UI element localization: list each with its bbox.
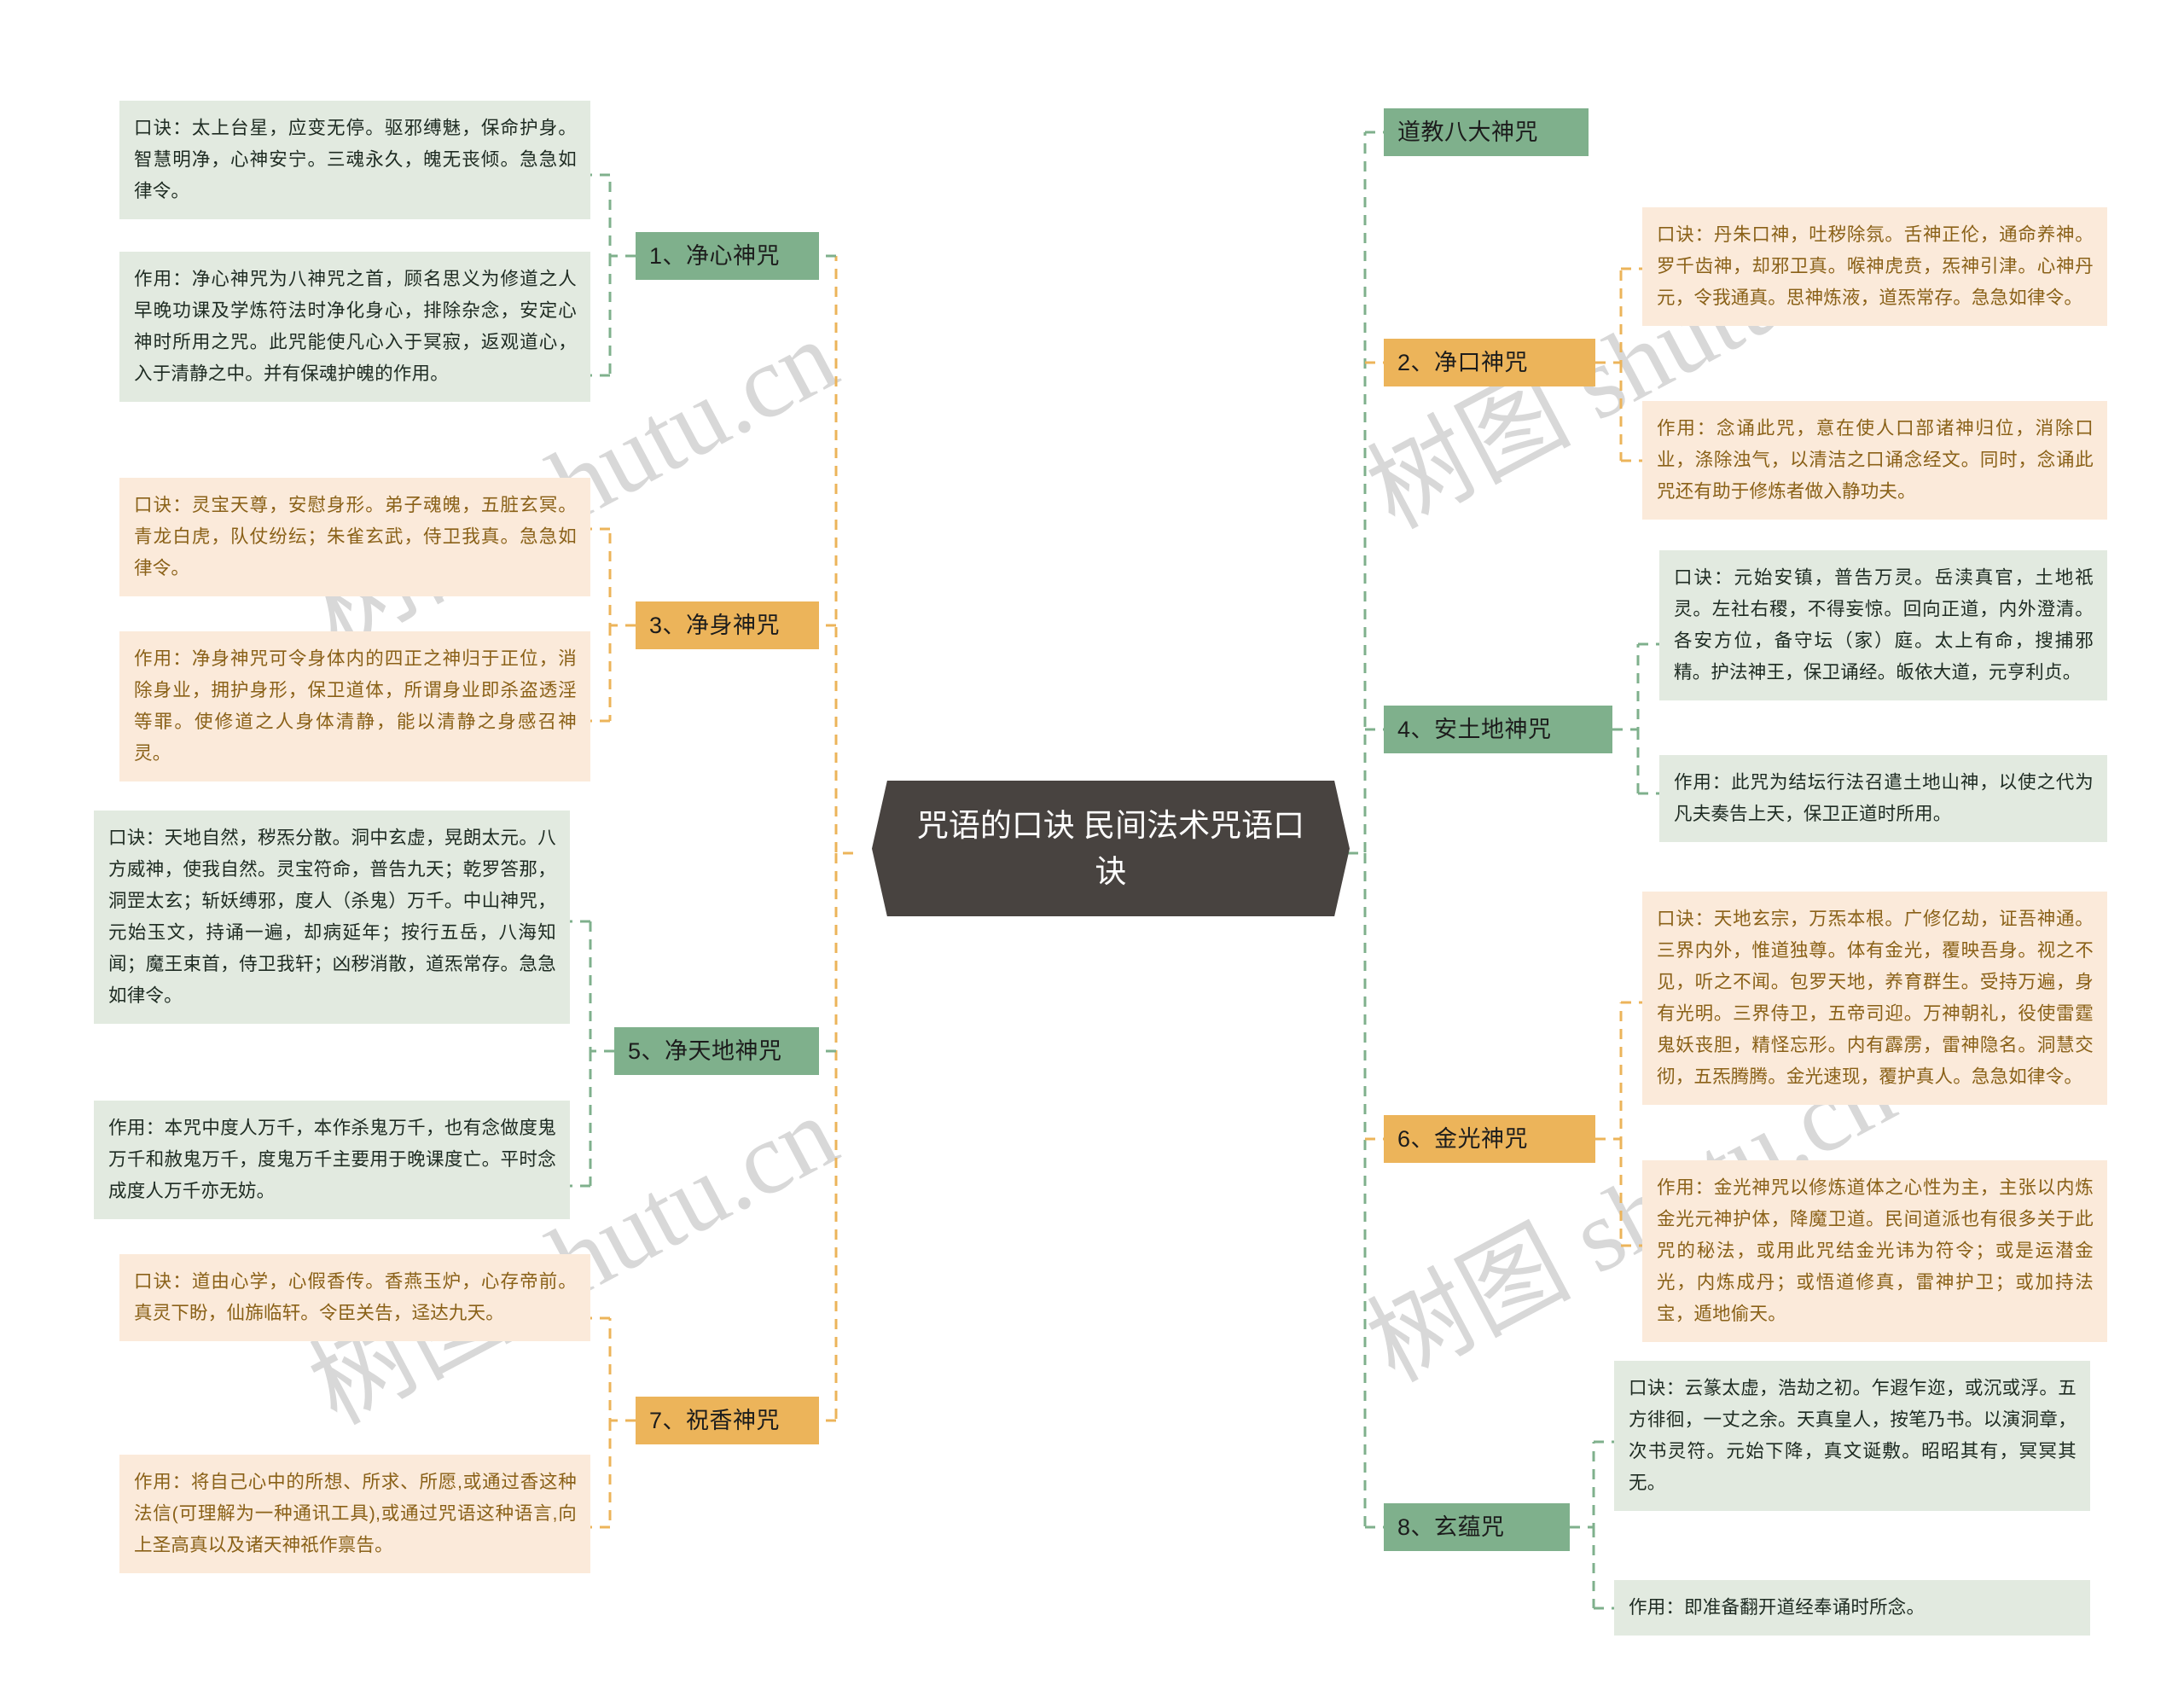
leaf-card: 口诀：道由心学，心假香传。香燕玉炉，心存帝前。真灵下盼，仙旆临轩。令臣关告，迳达…: [119, 1254, 590, 1341]
leaf-card: 作用：净身神咒可令身体内的四正之神归于正位，消除身业，拥护身形，保卫道体，所谓身…: [119, 631, 590, 781]
leaf-card: 口诀：太上台星，应变无停。驱邪缚魅，保命护身。智慧明净，心神安宁。三魂永久，魄无…: [119, 101, 590, 219]
mindmap-canvas: 树图 shutu.cn 树图 shutu.cn 树图 shutu.cn 树图 s…: [0, 0, 2184, 1685]
leaf-card: 口诀：丹朱口神，吐秽除氛。舌神正伦，通命养神。罗千齿神，却邪卫真。喉神虎贲，炁神…: [1642, 207, 2107, 326]
branch-node-zhuxiang[interactable]: 7、祝香神咒: [636, 1397, 819, 1445]
root-node[interactable]: 咒语的口诀 民间法术咒语口诀: [872, 781, 1350, 917]
branch-node-jingtiandi[interactable]: 5、净天地神咒: [614, 1027, 819, 1076]
leaf-card: 作用：念诵此咒，意在使人口部诸神归位，消除口业，涤除浊气，以清洁之口诵念经文。同…: [1642, 401, 2107, 520]
branch-node-xuanyun[interactable]: 8、玄蕴咒: [1384, 1503, 1570, 1552]
leaf-card: 口诀：云篆太虚，浩劫之初。乍遐乍迩，或沉或浮。五方徘徊，一丈之余。天真皇人，按笔…: [1614, 1361, 2090, 1511]
leaf-card: 作用：此咒为结坛行法召遣土地山神，以使之代为凡夫奏告上天，保卫正道时所用。: [1659, 755, 2107, 842]
leaf-card: 作用：净心神咒为八神咒之首，顾名思义为修道之人早晚功课及学炼符法时净化身心，排除…: [119, 252, 590, 402]
leaf-card: 口诀：天地自然，秽炁分散。洞中玄虚，晃朗太元。八方威神，使我自然。灵宝符命，普告…: [94, 811, 570, 1024]
branch-node-antudi[interactable]: 4、安土地神咒: [1384, 706, 1612, 754]
leaf-card: 口诀：天地玄宗，万炁本根。广修亿劫，证吾神通。三界内外，惟道独尊。体有金光，覆映…: [1642, 892, 2107, 1105]
branch-node-jingkou[interactable]: 2、净口神咒: [1384, 339, 1595, 387]
leaf-card: 作用：将自己心中的所想、所求、所愿,或通过香这种法信(可理解为一种通讯工具),或…: [119, 1455, 590, 1573]
branch-node-jinguang[interactable]: 6、金光神咒: [1384, 1115, 1595, 1164]
leaf-card: 作用：即准备翻开道经奉诵时所念。: [1614, 1580, 2090, 1636]
branch-node-jingxin[interactable]: 1、净心神咒: [636, 232, 819, 281]
leaf-card: 口诀：灵宝天尊，安慰身形。弟子魂魄，五脏玄冥。青龙白虎，队仗纷纭；朱雀玄武，侍卫…: [119, 478, 590, 596]
leaf-card: 作用：金光神咒以修炼道体之心性为主，主张以内炼金光元神护体，降魔卫道。民间道派也…: [1642, 1160, 2107, 1342]
branch-node-bada[interactable]: 道教八大神咒: [1384, 108, 1589, 157]
branch-node-jingshen[interactable]: 3、净身神咒: [636, 601, 819, 650]
leaf-card: 口诀：元始安镇，普告万灵。岳渎真官，土地祇灵。左社右稷，不得妄惊。回向正道，内外…: [1659, 550, 2107, 700]
leaf-card: 作用：本咒中度人万千，本作杀鬼万千，也有念做度鬼万千和赦鬼万千，度鬼万千主要用于…: [94, 1101, 570, 1219]
